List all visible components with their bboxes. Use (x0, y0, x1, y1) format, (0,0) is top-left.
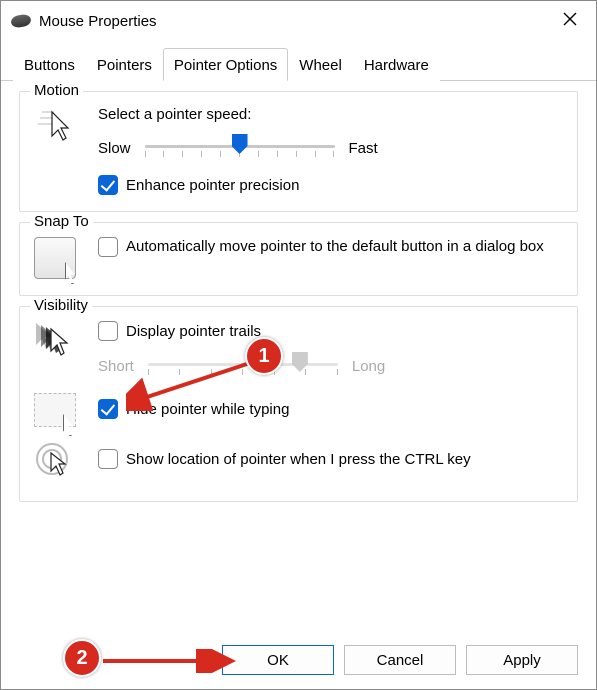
hide-pointer-icon (34, 393, 76, 427)
enhance-precision-checkbox[interactable] (98, 175, 118, 195)
hide-pointer-label: Hide pointer while typing (126, 401, 289, 418)
apply-button[interactable]: Apply (466, 645, 578, 675)
tab-buttons[interactable]: Buttons (13, 48, 86, 81)
window-title: Mouse Properties (39, 13, 157, 30)
ctrl-locate-label: Show location of pointer when I press th… (126, 451, 471, 468)
mouse-icon (10, 13, 32, 28)
pointer-trails-icon (34, 321, 74, 361)
enhance-precision-label: Enhance pointer precision (126, 177, 299, 194)
hide-pointer-checkbox[interactable] (98, 399, 118, 419)
ctrl-locate-icon (34, 441, 74, 481)
snapto-group: Snap To Automatically move pointer to th… (19, 222, 578, 296)
motion-group: Motion Select a pointer speed (19, 91, 578, 212)
motion-group-label: Motion (30, 82, 83, 99)
cancel-button[interactable]: Cancel (344, 645, 456, 675)
fast-label: Fast (349, 140, 378, 157)
tab-pointers[interactable]: Pointers (86, 48, 163, 81)
snapto-label: Automatically move pointer to the defaul… (126, 237, 544, 257)
visibility-group: Visibility Display po (19, 306, 578, 502)
close-icon[interactable] (554, 7, 586, 36)
trails-long-label: Long (352, 358, 385, 375)
visibility-group-label: Visibility (30, 297, 92, 314)
ctrl-locate-checkbox[interactable] (98, 449, 118, 469)
titlebar: Mouse Properties (1, 1, 596, 41)
pointer-speed-slider[interactable] (145, 135, 335, 161)
dialog-buttons: OK Cancel Apply (222, 645, 578, 675)
mouse-properties-window: Mouse Properties Buttons Pointers Pointe… (0, 0, 597, 690)
slow-label: Slow (98, 140, 131, 157)
tab-wheel[interactable]: Wheel (288, 48, 353, 81)
snapto-group-label: Snap To (30, 213, 93, 230)
tab-strip: Buttons Pointers Pointer Options Wheel H… (1, 47, 596, 81)
snapto-checkbox[interactable] (98, 237, 118, 257)
trails-short-label: Short (98, 358, 134, 375)
pointer-trails-checkbox[interactable] (98, 321, 118, 341)
annotation-badge-2: 2 (63, 639, 101, 677)
pointer-speed-label: Select a pointer speed: (98, 106, 563, 123)
snapto-button-icon (34, 237, 76, 279)
motion-cursor-icon (34, 106, 74, 146)
ok-button[interactable]: OK (222, 645, 334, 675)
pointer-trails-label: Display pointer trails (126, 323, 261, 340)
tab-pointer-options[interactable]: Pointer Options (163, 48, 288, 81)
annotation-badge-1: 1 (245, 337, 283, 375)
pointer-trails-slider (148, 353, 338, 379)
tab-hardware[interactable]: Hardware (353, 48, 440, 81)
